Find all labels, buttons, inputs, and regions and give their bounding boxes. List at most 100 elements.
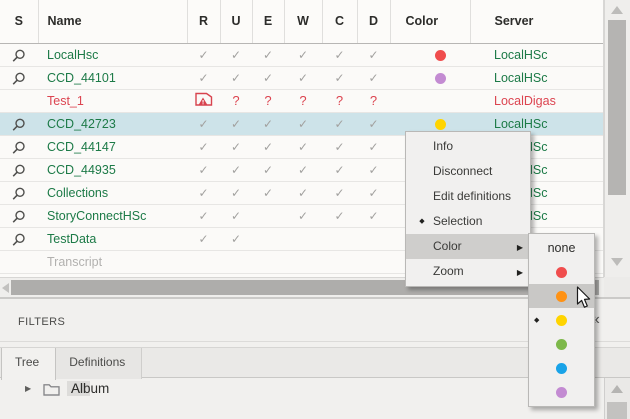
- flag-e: ✓: [252, 112, 284, 135]
- search-icon[interactable]: [0, 233, 38, 247]
- connection-name: Transcript: [38, 250, 187, 273]
- flag-r: ✓: [198, 48, 208, 62]
- flag-e: [252, 204, 284, 227]
- column-header-e[interactable]: E: [252, 0, 284, 43]
- flag-r: ✓: [198, 209, 208, 223]
- filters-tab[interactable]: Tree: [1, 348, 56, 380]
- submenu-arrow-icon: ▶: [517, 235, 523, 260]
- flag-w: ✓: [284, 43, 322, 66]
- scroll-up-icon[interactable]: [611, 385, 623, 393]
- flag-c: ?: [322, 89, 357, 112]
- connection-name: StoryConnectHSc: [38, 204, 187, 227]
- flag-d: ✓: [357, 181, 390, 204]
- color-swatch: [556, 291, 567, 302]
- table-header-row: S Name R U E W C D Color Server: [0, 0, 603, 43]
- column-header-color[interactable]: Color: [390, 0, 470, 43]
- column-header-server[interactable]: Server: [470, 0, 603, 43]
- context-menu-item[interactable]: ◆ Selection: [406, 209, 530, 234]
- column-header-u[interactable]: U: [220, 0, 252, 43]
- scrollbar-corner: [604, 277, 630, 297]
- flag-w: ✓: [284, 204, 322, 227]
- vertical-scrollbar-thumb[interactable]: [608, 20, 626, 195]
- filters-tab[interactable]: Definitions: [56, 348, 142, 379]
- color-submenu-item[interactable]: [529, 260, 594, 284]
- flag-d: ✓: [357, 112, 390, 135]
- search-icon[interactable]: [0, 72, 38, 86]
- filters-tree: All ▶ Album: [0, 379, 603, 419]
- flag-w: ✓: [284, 112, 322, 135]
- selected-marker-icon: ◆: [534, 316, 539, 324]
- column-header-r[interactable]: R: [187, 0, 220, 43]
- flag-w: ✓: [284, 135, 322, 158]
- flag-d: ✓: [357, 135, 390, 158]
- color-swatch: [556, 267, 567, 278]
- flag-c: ✓: [322, 43, 357, 66]
- color-submenu-item[interactable]: [529, 380, 594, 404]
- app-window: S Name R U E W C D Color Server: [0, 0, 630, 419]
- search-icon[interactable]: [0, 187, 38, 201]
- flag-r: ✓: [198, 71, 208, 85]
- search-icon[interactable]: [0, 49, 38, 63]
- tree-vertical-scrollbar[interactable]: [604, 378, 630, 419]
- flag-e: ✓: [252, 66, 284, 89]
- color-submenu-item[interactable]: [529, 356, 594, 380]
- table-row[interactable]: CCD_44101 ✓ ✓ ✓ ✓ ✓ ✓ LocalHSc: [0, 66, 603, 89]
- connection-name: CCD_44935: [38, 158, 187, 181]
- search-icon[interactable]: [0, 118, 38, 132]
- flag-c: ✓: [322, 204, 357, 227]
- flag-w: ✓: [284, 158, 322, 181]
- flag-w: ?: [284, 89, 322, 112]
- column-header-d[interactable]: D: [357, 0, 390, 43]
- flag-e: ?: [252, 89, 284, 112]
- search-icon[interactable]: [0, 210, 38, 224]
- color-submenu-item[interactable]: [529, 332, 594, 356]
- flag-u: ✓: [220, 158, 252, 181]
- connection-name: Collections: [38, 181, 187, 204]
- flag-w: ✓: [284, 66, 322, 89]
- context-menu-item[interactable]: Color ▶: [406, 234, 530, 259]
- table-vertical-scrollbar[interactable]: [604, 0, 630, 277]
- column-header-name[interactable]: Name: [38, 0, 187, 43]
- flag-w: [284, 227, 322, 250]
- flag-u: [220, 250, 252, 273]
- warning-icon: [195, 92, 213, 109]
- color-swatch: [556, 363, 567, 374]
- server-name: LocalHSc: [470, 43, 603, 66]
- flag-c: ✓: [322, 181, 357, 204]
- menu-item-label: Selection: [433, 214, 482, 228]
- table-row[interactable]: Test_1 ? ? ? ? ? LocalDigas: [0, 89, 603, 112]
- mouse-cursor: [576, 286, 593, 315]
- column-header-c[interactable]: C: [322, 0, 357, 43]
- scroll-left-icon[interactable]: [2, 283, 9, 293]
- flag-e: [252, 250, 284, 273]
- color-submenu-item[interactable]: none: [529, 236, 594, 260]
- flag-e: [252, 227, 284, 250]
- context-menu-item[interactable]: Zoom ▶: [406, 259, 530, 284]
- flag-r: ✓: [198, 140, 208, 154]
- connection-name: CCD_42723: [38, 112, 187, 135]
- column-header-w[interactable]: W: [284, 0, 322, 43]
- flag-w: [284, 250, 322, 273]
- context-menu-item[interactable]: Edit definitions: [406, 184, 530, 209]
- tree-scrollbar-thumb[interactable]: [607, 402, 627, 419]
- table-row[interactable]: LocalHsc ✓ ✓ ✓ ✓ ✓ ✓ LocalHSc: [0, 43, 603, 66]
- flag-u: ✓: [220, 43, 252, 66]
- scroll-down-icon[interactable]: [611, 258, 623, 266]
- menu-item-label: Disconnect: [433, 164, 492, 178]
- flag-e: ✓: [252, 43, 284, 66]
- expand-arrow-icon[interactable]: ▶: [25, 384, 31, 393]
- server-name: LocalHSc: [470, 66, 603, 89]
- column-header-s[interactable]: S: [0, 0, 38, 43]
- tree-item[interactable]: ▶ Album: [0, 379, 603, 401]
- flag-e: ✓: [252, 135, 284, 158]
- search-icon[interactable]: [0, 164, 38, 178]
- connection-name: CCD_44101: [38, 66, 187, 89]
- flag-d: ?: [357, 89, 390, 112]
- color-swatch: [556, 315, 567, 326]
- connection-name: LocalHsc: [38, 43, 187, 66]
- scroll-up-icon[interactable]: [611, 6, 623, 14]
- flag-c: [322, 250, 357, 273]
- search-icon[interactable]: [0, 141, 38, 155]
- context-menu-item[interactable]: Disconnect: [406, 159, 530, 184]
- context-menu-item[interactable]: Info: [406, 134, 530, 159]
